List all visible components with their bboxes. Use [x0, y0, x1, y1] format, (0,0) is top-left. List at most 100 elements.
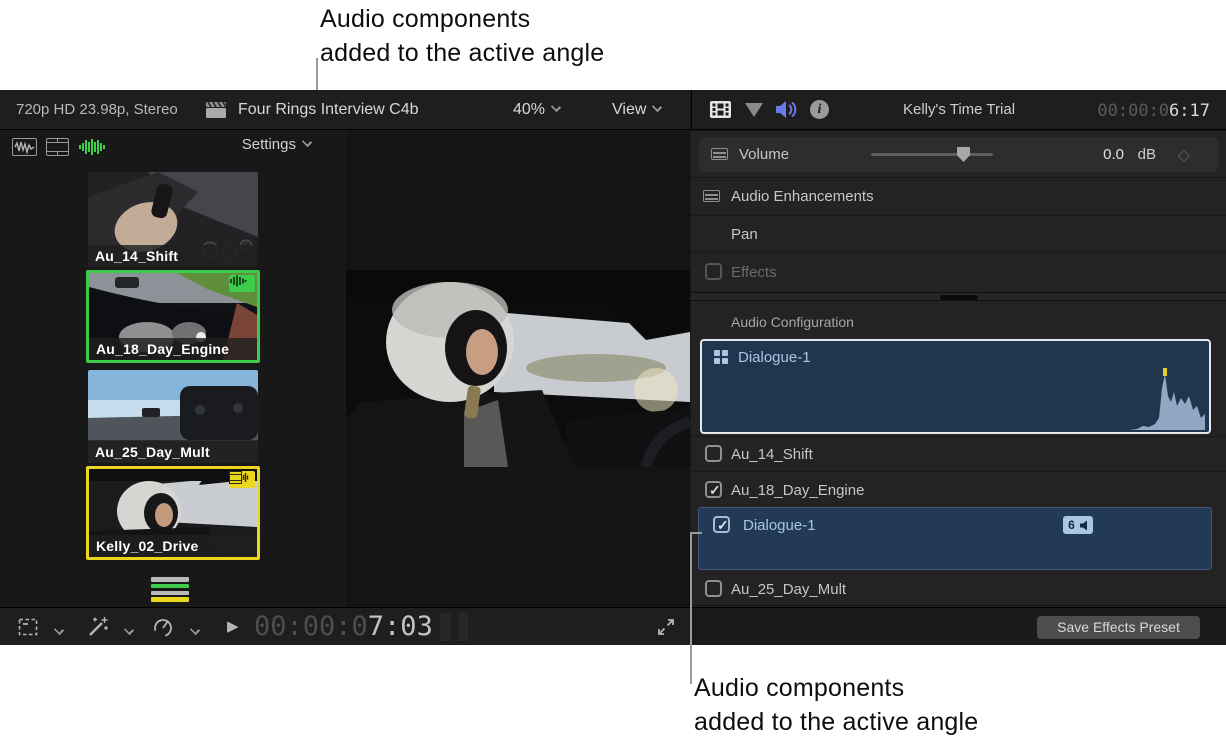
enhancements-wand-icon[interactable] [86, 616, 110, 638]
volume-unit: dB [1138, 146, 1156, 163]
fcp-window: 720p HD 23.98p, Stereo Four Rings Interv… [0, 90, 1226, 645]
audio-meter-bar [440, 613, 450, 641]
keyframe-diamond-icon[interactable] [1178, 145, 1190, 165]
viewer-pane [346, 131, 690, 607]
volume-slider-track[interactable] [871, 153, 993, 156]
audio-enhancements-row[interactable]: Audio Enhancements [691, 178, 1226, 215]
inspector-bottom-bar: Save Effects Preset [691, 607, 1226, 645]
audio-waveform-thumbnail [1129, 366, 1205, 430]
angle-viewer-display-mode-button[interactable] [151, 577, 189, 602]
timecode-dim: 00:00:0 [1097, 101, 1169, 121]
waveform-badge-icon [229, 275, 247, 287]
volume-drawer-icon[interactable] [711, 148, 728, 160]
audio-enhancements-label: Audio Enhancements [731, 188, 874, 205]
chevron-down-icon[interactable] [54, 625, 64, 635]
channel-strip-name: Dialogue-1 [738, 349, 811, 366]
film-audio-icon[interactable] [12, 138, 37, 156]
channel-strip-dialogue-1[interactable]: Dialogue-1 [700, 339, 1211, 434]
effects-checkbox[interactable] [705, 263, 722, 280]
component-checkbox[interactable] [705, 580, 722, 597]
annotation-top-line1: Audio components [320, 2, 604, 36]
component-name: Au_25_Day_Mult [731, 581, 846, 598]
play-button[interactable] [227, 617, 239, 636]
annotation-bottom-line2: added to the active angle [694, 705, 978, 739]
annotation-top-line2: added to the active angle [320, 36, 604, 70]
component-name: Au_18_Day_Engine [731, 482, 864, 499]
component-checkbox[interactable] [705, 445, 722, 462]
inspector-splitter[interactable] [691, 292, 1226, 301]
component-row-dialogue-1[interactable]: Dialogue-1 6 [698, 507, 1212, 570]
chevron-down-icon [652, 102, 662, 112]
mode-bar-green [151, 584, 189, 589]
annotation-bottom: Audio components added to the active ang… [694, 671, 978, 739]
channel-grid-icon [714, 350, 728, 364]
effects-row[interactable]: Effects [691, 253, 1226, 291]
save-effects-preset-button[interactable]: Save Effects Preset [1037, 616, 1200, 639]
page: Audio components added to the active ang… [0, 0, 1226, 747]
volume-slider-thumb[interactable] [957, 147, 970, 162]
audio-active-badge [229, 275, 255, 292]
annotation-bottom-line1: Audio components [694, 671, 978, 705]
component-row-au18-day-engine[interactable]: Au_18_Day_Engine [691, 473, 1226, 507]
channel-count: 6 [1068, 518, 1075, 532]
view-dropdown[interactable]: View [612, 101, 661, 119]
zoom-level-value: 40% [513, 101, 545, 118]
divider [691, 605, 1226, 606]
audio-enhancements-drawer-icon[interactable] [703, 190, 720, 202]
angle-thumbnail-kelly-02-drive[interactable]: Kelly_02_Drive [86, 466, 260, 560]
component-row-au14-shift[interactable]: Au_14_Shift [691, 437, 1226, 471]
angle-thumbnail-au25-day-mult[interactable]: Au_25_Day_Mult [88, 370, 258, 463]
chevron-down-icon [551, 102, 561, 112]
divider [691, 471, 1226, 472]
angle-viewer: Settings Au_14_Shift [0, 131, 345, 607]
inspector-title-bar: i Kelly's Time Trial 00:00:06:17 [691, 90, 1226, 130]
audio-meter-bar [458, 613, 468, 641]
component-checkbox-checked[interactable] [705, 481, 722, 498]
audio-waveform-icon[interactable] [78, 138, 106, 156]
chevron-down-icon[interactable] [124, 625, 134, 635]
video-audio-active-badge [229, 471, 255, 488]
film-icon[interactable] [46, 138, 69, 156]
angle-thumbnail-au18-day-engine[interactable]: Au_18_Day_Engine [86, 270, 260, 363]
timecode-dim: 00:00:0 [254, 611, 368, 642]
zoom-level-dropdown[interactable]: 40% [513, 101, 560, 119]
effects-label: Effects [731, 264, 777, 281]
angle-name-label: Au_25_Day_Mult [88, 441, 258, 463]
component-name: Au_14_Shift [731, 446, 813, 463]
viewer-title-bar: 720p HD 23.98p, Stereo Four Rings Interv… [0, 90, 690, 130]
pan-row[interactable]: Pan [691, 216, 1226, 252]
component-row-au25-day-mult[interactable]: Au_25_Day_Mult [691, 572, 1226, 606]
speaker-badge-icon [1077, 520, 1088, 531]
surround-channel-badge: 6 [1063, 516, 1093, 534]
transport-timecode[interactable]: 00:00:07:03 [254, 611, 433, 642]
timecode-bright: 6:17 [1169, 101, 1210, 121]
angle-viewer-settings-button[interactable]: Settings [242, 136, 311, 153]
expand-icon[interactable] [656, 617, 676, 637]
chevron-down-icon[interactable] [190, 625, 200, 635]
component-name: Dialogue-1 [743, 517, 816, 534]
component-checkbox-checked[interactable] [713, 516, 730, 533]
annotation-top: Audio components added to the active ang… [320, 2, 604, 70]
audio-configuration-label: Audio Configuration [731, 314, 854, 330]
retime-icon[interactable] [152, 616, 174, 638]
range-tool-icon[interactable] [18, 617, 40, 637]
angle-thumbnail-au14-shift[interactable]: Au_14_Shift [88, 172, 258, 267]
inspector-timecode[interactable]: 00:00:06:17 [1097, 101, 1210, 121]
film-waveform-badge-icon [229, 471, 249, 484]
mode-bar-yellow [151, 597, 189, 602]
volume-row: Volume 0.0 dB [699, 137, 1218, 172]
pan-label: Pan [731, 226, 758, 243]
callout-line-bottom-vertical [690, 532, 692, 684]
viewer-video-image [346, 270, 690, 467]
settings-label: Settings [242, 136, 296, 153]
angle-viewer-settings-row: Settings [0, 131, 345, 163]
splitter-handle[interactable] [940, 295, 978, 300]
volume-value[interactable]: 0.0 [1103, 146, 1124, 163]
timecode-bright: 7:03 [368, 611, 433, 642]
format-info: 720p HD 23.98p, Stereo [16, 101, 178, 118]
project-title: Four Rings Interview C4b [238, 101, 419, 119]
volume-label: Volume [739, 146, 789, 163]
clapperboard-icon [206, 102, 226, 118]
angle-name-label: Au_14_Shift [88, 245, 258, 267]
viewer-video-frame [346, 270, 690, 467]
